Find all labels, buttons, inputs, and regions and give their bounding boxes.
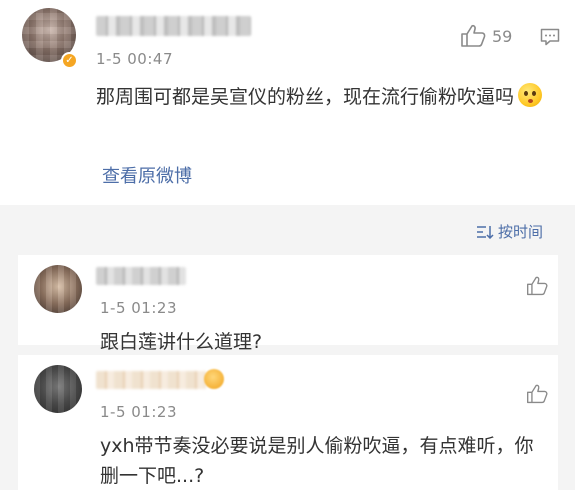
reply-item: 1-5 01:23 跟白莲讲什么道理?: [18, 255, 558, 353]
comment-timestamp: 1-5 00:47: [96, 50, 173, 68]
reply-item: 1-5 01:23 yxh带节奏没必要说是别人偷粉吹逼，有点难听，你删一下吧..…: [18, 355, 558, 490]
replies-section: 按时间 1-5 01:23 跟白莲讲什么道理? 1-5 01:23 yxh带节奏…: [0, 205, 575, 490]
username-blurred[interactable]: [96, 371, 206, 389]
sort-icon: [477, 225, 494, 239]
thumbs-up-icon[interactable]: [526, 275, 548, 297]
verified-badge-icon: ✓: [61, 52, 78, 69]
user-badge-icon: [204, 369, 224, 389]
reply-icon[interactable]: [540, 28, 560, 46]
comment-text: 那周围可都是吴宣仪的粉丝，现在流行偷粉吹逼吗: [96, 86, 515, 108]
view-original-link[interactable]: 查看原微博: [102, 162, 192, 188]
comment-content: 那周围可都是吴宣仪的粉丝，现在流行偷粉吹逼吗: [96, 82, 556, 112]
username-blurred[interactable]: [96, 16, 251, 36]
avatar[interactable]: [34, 365, 82, 413]
thumbs-up-icon[interactable]: [526, 383, 548, 405]
avatar[interactable]: [34, 265, 82, 313]
reply-timestamp: 1-5 01:23: [100, 403, 177, 421]
username-blurred[interactable]: [96, 267, 186, 285]
reply-timestamp: 1-5 01:23: [100, 299, 177, 317]
sort-label: 按时间: [498, 223, 544, 241]
emoji-icon: [518, 83, 543, 107]
like-count: 59: [492, 27, 513, 46]
sort-by-time-button[interactable]: 按时间: [476, 221, 543, 242]
reply-content: 跟白莲讲什么道理?: [100, 331, 263, 353]
reply-content: yxh带节奏没必要说是别人偷粉吹逼，有点难听，你删一下吧...?: [100, 435, 534, 487]
thumbs-up-icon[interactable]: [460, 24, 486, 48]
main-comment: ✓ 1-5 00:47 59 那周围可都是吴宣仪的粉丝，现在流行偷粉吹逼吗 查看…: [0, 0, 575, 205]
